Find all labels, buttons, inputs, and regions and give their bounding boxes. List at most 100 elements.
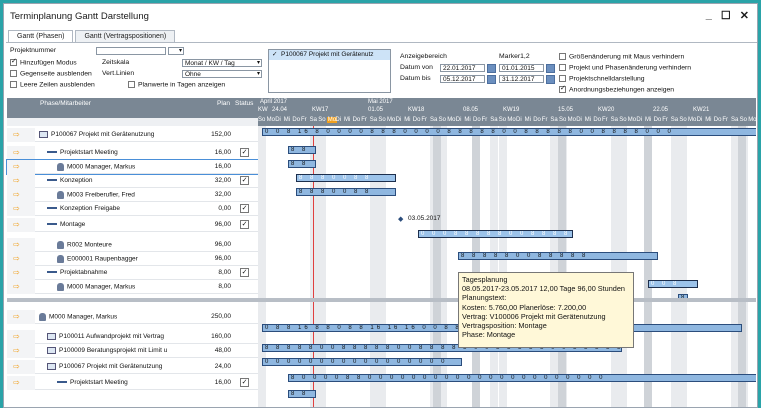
marker1-input[interactable]: 01.01.2015: [499, 64, 544, 72]
chevron-down-icon: ▾: [178, 48, 182, 54]
gantt-bar[interactable]: 0 0 0 0 0 0 0 0 0 0 0 0 0 0 0 0 0: [262, 358, 462, 366]
row-label: Montage: [60, 221, 86, 228]
row-arrow-icon[interactable]: ⇨: [7, 344, 35, 358]
gantt-bar[interactable]: 8 0 0 0 0 8 8 0 0 0 0 0 0 0 0 0 0 0 0 0 …: [288, 374, 756, 382]
datum-von-input[interactable]: 22.01.2017: [440, 64, 485, 72]
option-schnelldarstellung-checkbox[interactable]: Projektschnelldarstellung: [559, 75, 645, 82]
table-row[interactable]: ⇨ Projektstart Meeting 16,00 ✓: [7, 146, 258, 160]
table-row[interactable]: ⇨ M000 Manager, Markus 250,00: [7, 310, 258, 324]
close-button[interactable]: ✕: [740, 9, 749, 22]
row-arrow-icon[interactable]: ⇨: [7, 146, 35, 160]
table-row[interactable]: ⇨ P100067 Projekt mit Gerätenutzung 24,00: [7, 360, 258, 374]
gantt-bar[interactable]: 8 8: [288, 390, 316, 398]
option-groessenaenderung-checkbox[interactable]: Größenänderung mit Maus verhindern: [559, 53, 684, 60]
row-arrow-icon[interactable]: ⇨: [7, 376, 35, 390]
table-row[interactable]: ⇨ E000001 Raupenbagger 96,00: [7, 252, 258, 266]
status-checkbox[interactable]: ✓: [240, 378, 249, 387]
zeitskala-select[interactable]: Monat / KW / Tag ▾: [182, 59, 262, 67]
gantt-bar[interactable]: 8 8: [288, 146, 316, 154]
status-checkbox[interactable]: ✓: [240, 176, 249, 185]
day-label: Do: [292, 117, 301, 123]
tab-bar: Gantt (Phasen) Gantt (Vertragspositionen…: [8, 30, 176, 42]
hinzufuegen-checkbox[interactable]: Hinzufügen Modus: [10, 57, 77, 66]
tab-gantt-vertragspositionen[interactable]: Gantt (Vertragspositionen): [75, 30, 176, 42]
row-label: M000 Manager, Markus: [67, 283, 136, 291]
table-row[interactable]: ⇨ M000 Manager, Markus 16,00: [6, 159, 259, 175]
tooltip-line: Vertragsposition: Montage: [462, 321, 547, 331]
gantt-bar[interactable]: 0 0 8: [648, 280, 698, 288]
weekend-column: [610, 126, 619, 407]
row-label: Konzeption: [60, 177, 93, 184]
status-checkbox[interactable]: ✓: [240, 148, 249, 157]
status-checkbox[interactable]: ✓: [240, 204, 249, 213]
status-checkbox[interactable]: ✓: [240, 268, 249, 277]
week-label: 24.04: [272, 107, 288, 113]
day-label: Mo: [266, 117, 275, 123]
calendar-icon[interactable]: [487, 64, 496, 73]
gantt-bar[interactable]: 8 8 8 0 0 8 8: [296, 188, 396, 196]
project-list[interactable]: ✓ P100067 Projekt mit Gerätenutz: [268, 49, 391, 93]
calendar-icon[interactable]: [487, 75, 496, 84]
row-arrow-icon[interactable]: ⇨: [7, 202, 35, 216]
project-list-item[interactable]: ✓ P100067 Projekt mit Gerätenutz: [269, 50, 390, 60]
row-arrow-icon[interactable]: ⇨: [7, 266, 35, 280]
marker2-input[interactable]: 31.12.2017: [499, 75, 544, 83]
row-arrow-icon[interactable]: ⇨: [7, 360, 35, 374]
row-arrow-icon[interactable]: ⇨: [7, 174, 35, 188]
day-label: So: [438, 117, 446, 123]
datum-bis-label: Datum bis: [400, 75, 431, 82]
table-row[interactable]: ⇨ M003 Freiberufler, Fred 32,00: [7, 188, 258, 202]
day-label: Fr: [722, 117, 729, 123]
row-arrow-icon[interactable]: ⇨: [7, 252, 35, 266]
row-plan-value: 32,00: [214, 177, 231, 184]
option-phasenaenderung-checkbox[interactable]: Projekt und Phasenänderung verhindern: [559, 64, 691, 71]
gantt-bar[interactable]: 8 8: [288, 160, 316, 168]
row-arrow-icon[interactable]: ⇨: [7, 310, 35, 324]
gantt-bar[interactable]: 0 0 8 16 8 0 0 0 0 8 8 8 0 0 0 0 8 8 8 8…: [262, 128, 756, 136]
table-row[interactable]: ⇨ P100067 Projekt mit Gerätenutzung 152,00: [7, 128, 258, 142]
calendar-icon[interactable]: [546, 75, 555, 84]
vertlinien-select[interactable]: Ohne ▾: [182, 70, 262, 78]
day-label: So: [258, 117, 266, 123]
row-arrow-icon[interactable]: ⇨: [7, 280, 35, 294]
table-row[interactable]: ⇨ P100009 Beratungsprojekt mit Limit u 48,…: [7, 344, 258, 358]
table-row[interactable]: ⇨ P100011 Aufwandprojekt mit Vertrag 160,0…: [7, 330, 258, 344]
table-row[interactable]: ⇨ Montage 96,00 ✓: [7, 218, 258, 232]
week-label: 22.05: [653, 107, 669, 113]
milestone-icon[interactable]: ◆: [398, 215, 403, 223]
calendar-icon[interactable]: [546, 64, 555, 73]
row-arrow-icon[interactable]: ⇨: [7, 330, 35, 344]
row-arrow-icon[interactable]: ⇨: [7, 160, 35, 174]
maximize-button[interactable]: ☐: [721, 9, 731, 22]
table-row[interactable]: ⇨ Projektabnahme 8,00 ✓: [7, 266, 258, 280]
row-arrow-icon[interactable]: ⇨: [7, 188, 35, 202]
status-checkbox[interactable]: ✓: [240, 220, 249, 229]
table-row[interactable]: ⇨ Konzeption 32,00 ✓: [7, 174, 258, 188]
leere-zeilen-checkbox[interactable]: Leere Zeilen ausblenden: [10, 81, 95, 88]
row-arrow-icon[interactable]: ⇨: [7, 128, 35, 142]
datum-bis-input[interactable]: 05.12.2017: [440, 75, 485, 83]
minimize-button[interactable]: _: [706, 9, 712, 22]
table-row[interactable]: ⇨ Konzeption Freigabe 0,00 ✓: [7, 202, 258, 216]
planwerte-checkbox[interactable]: Planwerte in Tagen anzeigen: [128, 81, 225, 88]
day-label: Di: [275, 117, 281, 123]
day-label: Do: [653, 117, 662, 123]
projektnummer-input[interactable]: [96, 47, 166, 55]
gegenseite-checkbox[interactable]: Gegenseite ausblenden: [10, 70, 92, 77]
row-arrow-icon[interactable]: ⇨: [7, 218, 35, 232]
projektnummer-dropdown[interactable]: ▾: [168, 47, 184, 55]
row-arrow-icon[interactable]: ⇨: [7, 238, 35, 252]
bar-tooltip: Tagesplanung 08.05.2017-23.05.2017 12,00…: [458, 272, 634, 348]
table-row[interactable]: ⇨ Projektstart Meeting 16,00 ✓: [7, 376, 258, 390]
gantt-bar[interactable]: 8 8 8 8 8 0 0 8 8 8 8 8: [458, 252, 658, 260]
row-plan-value: 24,00: [214, 363, 231, 370]
project-icon: [47, 333, 56, 340]
day-label: Do: [352, 117, 361, 123]
table-row[interactable]: ⇨ R002 Monteure 96,00: [7, 238, 258, 252]
tab-gantt-phasen[interactable]: Gantt (Phasen): [8, 30, 74, 42]
option-anordnungsbeziehungen-checkbox[interactable]: Anordnungsbeziehungen anzeigen: [559, 84, 674, 93]
gantt-bar[interactable]: 8 8 8 0 0 8 8: [296, 174, 396, 182]
gantt-bar[interactable]: 0 0 0 8 8 8 8 8 0 0 8 8 8 8 8 0 0 8 8: [418, 230, 573, 238]
table-row[interactable]: ⇨ M000 Manager, Markus 8,00: [7, 280, 258, 294]
month-label: Mai 2017: [368, 99, 393, 105]
